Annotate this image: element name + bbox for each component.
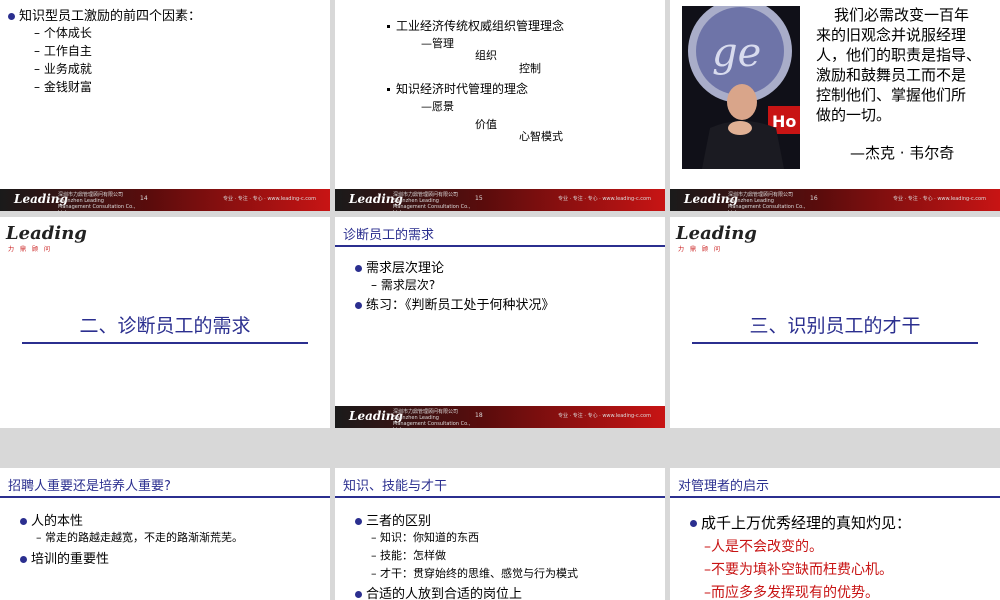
square-bullet-icon — [387, 25, 390, 28]
divider — [22, 342, 308, 344]
leading-logo: Leading — [676, 223, 757, 244]
slide-20[interactable]: 招聘人重要还是培养人重要? 人的本性 – 常走的路越走越宽，不走的路渐渐荒芜。 … — [0, 468, 330, 600]
section-title: 二、诊断员工的需求 — [79, 315, 251, 337]
sub-item: – 才干：贯穿始终的思维、感觉与行为模式 — [371, 567, 578, 580]
footer-url: 专业 · 专注 · 专心 · www.leading-c.com — [223, 196, 316, 202]
sub-item: 控制 — [519, 62, 541, 75]
sub-item: – 常走的路越走越宽，不走的路渐渐荒芜。 — [36, 531, 243, 544]
slide-header: 对管理者的启示 — [670, 468, 1000, 498]
svg-text:ge: ge — [712, 30, 761, 76]
sub-item: – 知识：你知道的东西 — [371, 531, 479, 544]
bullet-item: 三者的区别 — [355, 510, 431, 529]
slide-footer: Leading 深圳市力鼎管理顾问有限公司 Shenzhen Leading Ma… — [0, 189, 330, 211]
sub-item: —管理 — [421, 37, 454, 50]
sub-item: 组织 — [475, 49, 497, 62]
slide-14[interactable]: 知识型员工激励的前四个因素： – 个体成长 – 工作自主 – 业务成就 – 金钱… — [0, 0, 330, 211]
red-point: –不要为填补空缺而枉费心机。 — [704, 562, 893, 578]
bullet-item: 知识经济时代管理的理念 — [387, 80, 528, 97]
sub-item: – 技能：怎样做 — [371, 549, 446, 562]
bullet-item: 成千上万优秀经理的真知灼见： — [690, 512, 911, 533]
slide-22[interactable]: 对管理者的启示 成千上万优秀经理的真知灼见： –人是不会改变的。 –不要为填补空… — [670, 468, 1000, 600]
bullet-icon — [20, 518, 27, 525]
bullet-icon — [355, 591, 362, 598]
page-number: 18 — [475, 412, 483, 419]
bullet-item: 人的本性 — [20, 510, 83, 529]
square-bullet-icon — [387, 88, 390, 91]
bullet-icon — [355, 302, 362, 309]
bullet-icon — [690, 520, 697, 527]
page-number: 15 — [475, 195, 483, 202]
slide-header: 诊断员工的需求 — [335, 217, 665, 247]
page-number: 16 — [810, 195, 818, 202]
divider — [692, 342, 978, 344]
slide-21[interactable]: 知识、技能与才干 三者的区别 – 知识：你知道的东西 – 技能：怎样做 – 才干… — [335, 468, 665, 600]
quote-author: —杰克 · 韦尔奇 — [850, 144, 955, 162]
bullet-item: 合适的人放到合适的岗位上 — [355, 583, 522, 600]
slide-19[interactable]: Leading 力鼎顾问 三、识别员工的才干 — [670, 217, 1000, 428]
slide-footer: Leading 深圳市力鼎管理顾问有限公司 Shenzhen Leading Ma… — [335, 406, 665, 428]
slide-16[interactable]: ge Ho 我们必需改变一百年 来的旧观念并说服经理 人，他们的职责是指导、 激… — [670, 0, 1000, 211]
logo-subtitle: 力鼎顾问 — [8, 246, 57, 253]
footer-url: 专业 · 专注 · 专心 · www.leading-c.com — [558, 196, 651, 202]
bullet-icon — [8, 13, 15, 20]
bullet-icon — [355, 518, 362, 525]
bullet-item: 培训的重要性 — [20, 548, 109, 567]
sub-item: 价值 — [475, 118, 497, 131]
sub-item: —愿景 — [421, 100, 454, 113]
sub-item: – 需求层次? — [371, 278, 436, 292]
sub-item: 心智模式 — [519, 130, 563, 143]
slide-footer: Leading 深圳市力鼎管理顾问有限公司 Shenzhen Leading Ma… — [335, 189, 665, 211]
footer-company: 深圳市力鼎管理顾问有限公司 Shenzhen Leading Management… — [393, 409, 471, 428]
quote-text: 我们必需改变一百年 来的旧观念并说服经理 人，他们的职责是指导、 激励和鼓舞员工… — [816, 6, 982, 124]
slide-15[interactable]: 工业经济传统权威组织管理理念 —管理 组织 控制 知识经济时代管理的理念 —愿景… — [335, 0, 665, 211]
bullet-item: 练习：《判断员工处于何种状况》 — [355, 294, 555, 313]
bullet-icon — [20, 556, 27, 563]
list-item: – 业务成就 — [34, 62, 92, 76]
speaker-photo: ge Ho — [682, 6, 800, 169]
bullet-item: 工业经济传统权威组织管理理念 — [387, 17, 564, 34]
bullet-item: 需求层次理论 — [355, 257, 444, 276]
slide-header: 知识、技能与才干 — [335, 468, 665, 498]
slide-heading: 知识型员工激励的前四个因素： — [8, 5, 201, 24]
footer-url: 专业 · 专注 · 专心 · www.leading-c.com — [893, 196, 986, 202]
footer-company: 深圳市力鼎管理顾问有限公司 Shenzhen Leading Management… — [393, 192, 471, 211]
list-item: – 金钱财富 — [34, 80, 92, 94]
list-item: – 个体成长 — [34, 26, 92, 40]
red-point: –而应多多发挥现有的优势。 — [704, 585, 879, 600]
footer-url: 专业 · 专注 · 专心 · www.leading-c.com — [558, 413, 651, 419]
slide-17[interactable]: Leading 力鼎顾问 二、诊断员工的需求 — [0, 217, 330, 428]
logo-subtitle: 力鼎顾问 — [678, 246, 727, 253]
footer-company: 深圳市力鼎管理顾问有限公司 Shenzhen Leading Management… — [728, 192, 806, 211]
slide-header: 招聘人重要还是培养人重要? — [0, 468, 330, 498]
section-title: 三、识别员工的才干 — [749, 315, 921, 337]
page-number: 14 — [140, 195, 148, 202]
slide-footer: Leading 深圳市力鼎管理顾问有限公司 Shenzhen Leading Ma… — [670, 189, 1000, 211]
red-point: –人是不会改变的。 — [704, 539, 823, 555]
footer-company: 深圳市力鼎管理顾问有限公司 Shenzhen Leading Management… — [58, 192, 136, 211]
leading-logo: Leading — [6, 223, 87, 244]
bullet-icon — [355, 265, 362, 272]
list-item: – 工作自主 — [34, 44, 92, 58]
slide-18[interactable]: 诊断员工的需求 需求层次理论 – 需求层次? 练习：《判断员工处于何种状况》 L… — [335, 217, 665, 428]
